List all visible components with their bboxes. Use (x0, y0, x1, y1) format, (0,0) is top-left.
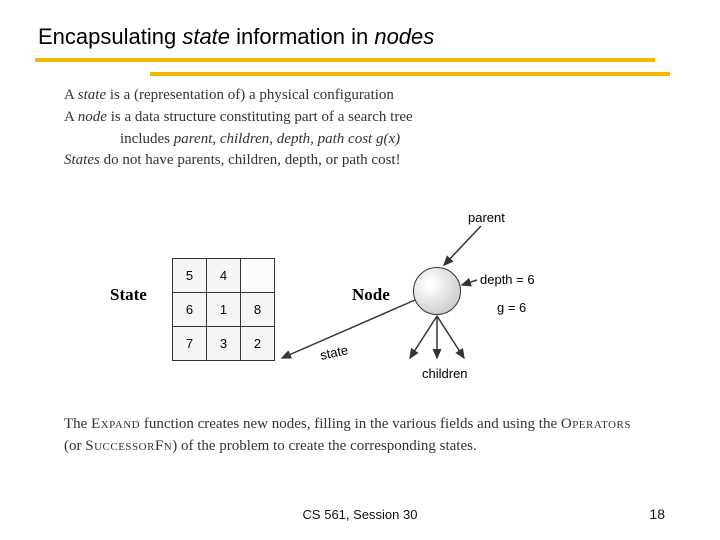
def-text: , (269, 131, 277, 147)
def-text: is a data structure constituting part of… (107, 109, 413, 125)
def-term-parent: parent (174, 131, 213, 147)
def-term-gx: g(x) (376, 131, 400, 147)
def-text: do not have parents, children, depth, or… (100, 152, 401, 168)
def-term-depth: depth (277, 131, 310, 147)
def-text: , (310, 131, 318, 147)
state-heading: State (110, 285, 147, 305)
title-ital-state: state (182, 24, 230, 49)
def-term-states: States (64, 152, 100, 168)
node-heading: Node (352, 285, 390, 305)
grid-cell: 6 (173, 293, 207, 327)
def-term-node: node (78, 109, 107, 125)
expand-text-part: ) of the problem to create the correspon… (172, 438, 476, 454)
g-annotation: g = 6 (497, 300, 526, 315)
page-number: 18 (649, 506, 665, 522)
def-text: is a (representation of) a physical conf… (106, 87, 394, 103)
title-part: Encapsulating (38, 24, 182, 49)
state-annotation: state (319, 342, 350, 363)
def-text: A (64, 109, 78, 125)
depth-annotation: depth = 6 (480, 272, 535, 287)
def-text: A (64, 87, 78, 103)
grid-cell: 1 (207, 293, 241, 327)
def-term-state: state (78, 87, 106, 103)
grid-cell-empty (241, 259, 275, 293)
def-text: , (212, 131, 220, 147)
title-rule-2 (150, 72, 670, 76)
expand-text-part: (or (64, 438, 85, 454)
parent-annotation: parent (468, 210, 505, 225)
state-grid: 5 4 6 1 8 7 3 2 (172, 258, 275, 361)
diagram-arrows (0, 0, 720, 540)
def-term-pathcost: path cost (318, 131, 373, 147)
grid-cell: 7 (173, 327, 207, 361)
title-rule-1 (35, 58, 655, 62)
grid-cell: 4 (207, 259, 241, 293)
node-circle-icon (413, 267, 461, 315)
grid-cell: 3 (207, 327, 241, 361)
children-annotation: children (422, 366, 468, 381)
grid-cell: 8 (241, 293, 275, 327)
expand-text-part: The (64, 416, 91, 432)
title-ital-nodes: nodes (374, 24, 434, 49)
expand-fn-successor: SuccessorFn (85, 438, 172, 454)
expand-paragraph: The Expand function creates new nodes, f… (64, 414, 639, 458)
expand-fn-expand: Expand (91, 416, 140, 432)
grid-cell: 2 (241, 327, 275, 361)
def-term-children: children (220, 131, 269, 147)
footer-text: CS 561, Session 30 (0, 507, 720, 522)
grid-cell: 5 (173, 259, 207, 293)
title-part: information in (230, 24, 374, 49)
def-text: includes (120, 131, 174, 147)
definitions-block: A state is a (representation of) a physi… (64, 85, 413, 172)
expand-text-part: function creates new nodes, filling in t… (140, 416, 561, 432)
slide-title: Encapsulating state information in nodes (38, 24, 434, 50)
expand-fn-operators: Operators (561, 416, 631, 432)
